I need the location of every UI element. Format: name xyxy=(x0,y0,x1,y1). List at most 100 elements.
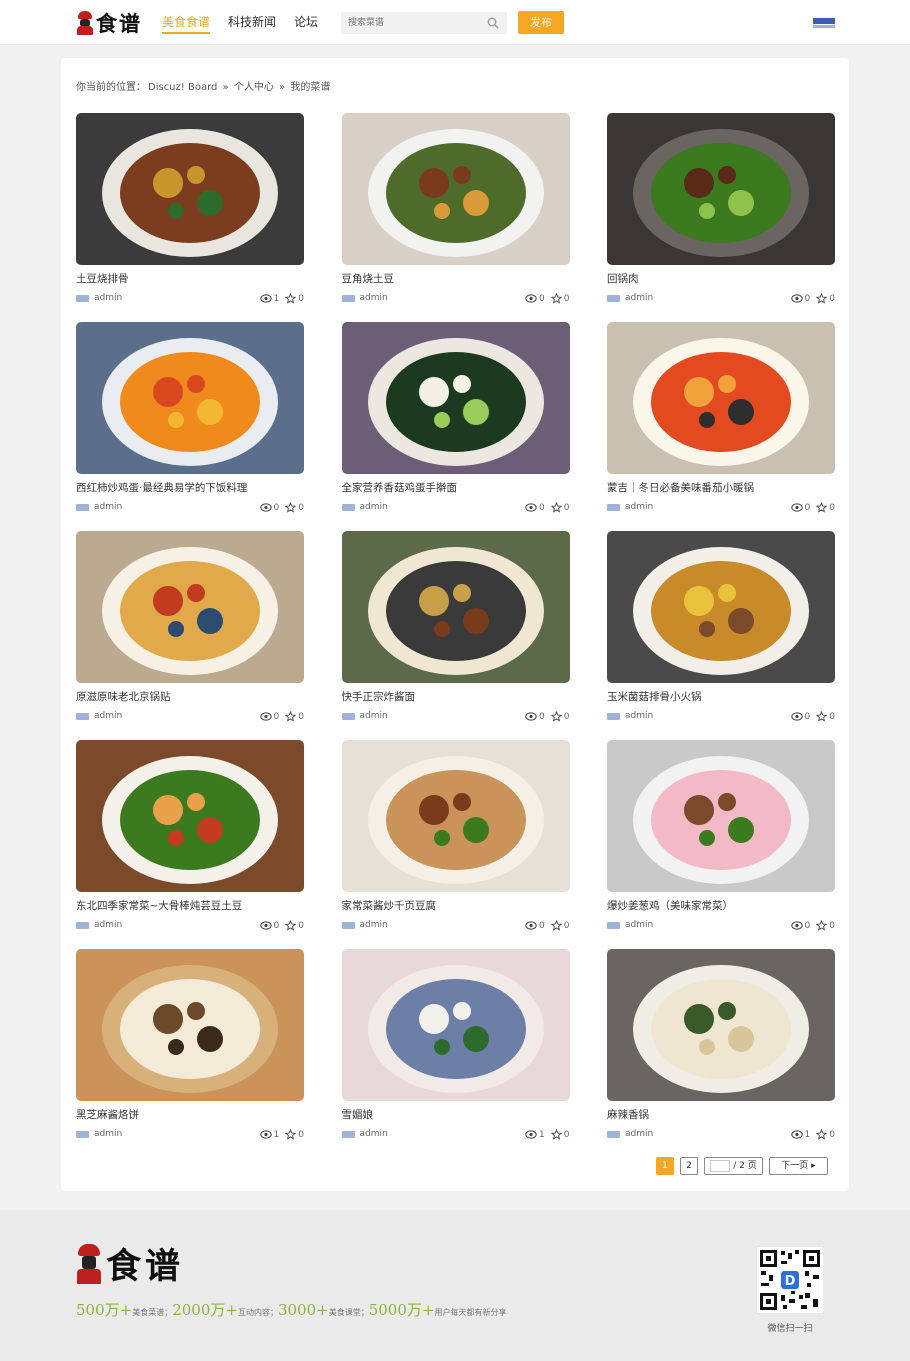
recipe-author[interactable]: admin xyxy=(341,920,388,930)
like-count: 0 xyxy=(298,920,304,931)
recipe-author[interactable]: admin xyxy=(76,293,122,303)
star-icon[interactable] xyxy=(816,920,828,931)
recipe-author[interactable]: admin xyxy=(607,920,653,930)
search-input[interactable] xyxy=(341,12,477,34)
nav-item-tech-news[interactable]: 科技新闻 xyxy=(228,0,276,45)
recipe-photo[interactable] xyxy=(76,740,304,892)
recipe-title[interactable]: 蒙吉｜冬日必备美味番茄小暖锅 xyxy=(607,480,754,495)
page-jump-input[interactable] xyxy=(710,1160,731,1172)
recipe-photo[interactable] xyxy=(341,322,570,474)
recipe-card[interactable]: 快手正宗炸酱面 admin 0 0 xyxy=(341,531,570,731)
recipe-card[interactable]: 麻辣香锅 admin 1 0 xyxy=(607,949,835,1149)
recipe-title[interactable]: 雪媚娘 xyxy=(342,1107,374,1122)
eye-icon xyxy=(525,921,537,930)
recipe-photo[interactable] xyxy=(76,322,304,474)
author-avatar xyxy=(607,712,620,720)
recipe-title[interactable]: 回锅肉 xyxy=(607,271,639,286)
recipe-photo[interactable] xyxy=(76,531,304,683)
site-logo[interactable]: 食谱 xyxy=(76,10,142,36)
recipe-author[interactable]: admin xyxy=(607,293,653,303)
recipe-card[interactable]: 玉米菌菇排骨小火锅 admin 0 0 xyxy=(607,531,835,731)
recipe-card[interactable]: 爆炒姜葱鸡（美味家常菜） admin 0 0 xyxy=(607,740,835,940)
recipe-photo[interactable] xyxy=(341,113,570,265)
recipe-title[interactable]: 麻辣香锅 xyxy=(607,1107,649,1122)
recipe-title[interactable]: 家常菜酱炒千页豆腐 xyxy=(342,898,437,913)
recipe-photo[interactable] xyxy=(341,740,570,892)
recipe-author[interactable]: admin xyxy=(341,1129,388,1139)
page-2-link[interactable]: 2 xyxy=(680,1157,698,1175)
recipe-card[interactable]: 豆角烧土豆 admin 0 0 xyxy=(341,113,570,313)
recipe-author[interactable]: admin xyxy=(76,502,122,512)
star-icon[interactable] xyxy=(550,293,562,304)
breadcrumb-link-home[interactable]: Discuz! Board xyxy=(148,82,217,93)
recipe-photo[interactable] xyxy=(607,113,835,265)
recipe-title[interactable]: 爆炒姜葱鸡（美味家常菜） xyxy=(607,898,733,913)
recipe-author[interactable]: admin xyxy=(341,502,388,512)
publish-button[interactable]: 发布 xyxy=(518,11,564,34)
recipe-photo[interactable] xyxy=(607,322,835,474)
recipe-card[interactable]: 东北四季家常菜~大骨棒炖芸豆土豆 admin 0 0 xyxy=(76,740,304,940)
recipe-author[interactable]: admin xyxy=(341,711,388,721)
recipe-card[interactable]: 全家营养香菇鸡蛋手擀面 admin 0 0 xyxy=(341,322,570,522)
breadcrumb-current: 我的菜谱 xyxy=(290,82,331,93)
next-page-button[interactable]: 下一页 ▸ xyxy=(769,1157,828,1175)
recipe-photo[interactable] xyxy=(341,531,570,683)
page-current[interactable]: 1 xyxy=(656,1157,674,1175)
recipe-card[interactable]: 家常菜酱炒千页豆腐 admin 0 0 xyxy=(341,740,570,940)
star-icon[interactable] xyxy=(816,711,828,722)
recipe-photo[interactable] xyxy=(607,740,835,892)
star-icon[interactable] xyxy=(285,920,297,931)
recipe-card[interactable]: 西红柿炒鸡蛋·最经典易学的下饭料理 admin 0 0 xyxy=(76,322,304,522)
recipe-author[interactable]: admin xyxy=(341,293,388,303)
recipe-title[interactable]: 全家营养香菇鸡蛋手擀面 xyxy=(342,480,458,495)
recipe-author[interactable]: admin xyxy=(607,502,653,512)
recipe-title[interactable]: 豆角烧土豆 xyxy=(342,271,395,286)
recipe-card[interactable]: 原滋原味老北京锅贴 admin 0 0 xyxy=(76,531,304,731)
recipe-author[interactable]: admin xyxy=(76,920,122,930)
recipe-photo[interactable] xyxy=(76,949,304,1101)
star-icon[interactable] xyxy=(550,920,562,931)
recipe-card[interactable]: 回锅肉 admin 0 0 xyxy=(607,113,835,313)
star-icon[interactable] xyxy=(285,1129,297,1140)
nav-item-forum[interactable]: 论坛 xyxy=(294,0,318,45)
recipe-title[interactable]: 土豆烧排骨 xyxy=(76,271,129,286)
search-button[interactable] xyxy=(479,12,507,34)
recipe-photo[interactable] xyxy=(607,531,835,683)
recipe-author[interactable]: admin xyxy=(607,1129,653,1139)
star-icon[interactable] xyxy=(550,711,562,722)
recipe-card[interactable]: 蒙吉｜冬日必备美味番茄小暖锅 admin 0 0 xyxy=(607,322,835,522)
recipe-photo[interactable] xyxy=(76,113,304,265)
like-count: 0 xyxy=(298,711,304,722)
recipe-card[interactable]: 黑芝麻酱烙饼 admin 1 0 xyxy=(76,949,304,1149)
recipe-title[interactable]: 西红柿炒鸡蛋·最经典易学的下饭料理 xyxy=(76,480,247,495)
view-count: 0 xyxy=(539,293,545,304)
star-icon[interactable] xyxy=(550,502,562,513)
like-count: 0 xyxy=(829,920,835,931)
recipe-title[interactable]: 黑芝麻酱烙饼 xyxy=(76,1107,139,1122)
author-avatar xyxy=(607,294,620,302)
star-icon[interactable] xyxy=(816,293,828,304)
recipe-title[interactable]: 东北四季家常菜~大骨棒炖芸豆土豆 xyxy=(76,898,242,913)
star-icon[interactable] xyxy=(285,711,297,722)
recipe-photo[interactable] xyxy=(341,949,570,1101)
breadcrumb-link-user-center[interactable]: 个人中心 xyxy=(234,82,274,93)
star-icon[interactable] xyxy=(816,502,828,513)
recipe-title[interactable]: 玉米菌菇排骨小火锅 xyxy=(607,689,702,704)
recipe-title[interactable]: 原滋原味老北京锅贴 xyxy=(76,689,171,704)
author-name: admin xyxy=(359,920,388,930)
nav-item-recipes[interactable]: 美食食谱 xyxy=(162,0,211,45)
recipe-title[interactable]: 快手正宗炸酱面 xyxy=(342,689,416,704)
recipe-author[interactable]: admin xyxy=(76,711,122,721)
recipe-author[interactable]: admin xyxy=(76,1129,122,1139)
recipe-card[interactable]: 土豆烧排骨 admin 1 0 xyxy=(76,113,304,313)
recipe-author[interactable]: admin xyxy=(607,711,653,721)
recipe-card[interactable]: 雪媚娘 admin 1 0 xyxy=(341,949,570,1149)
star-icon[interactable] xyxy=(285,293,297,304)
star-icon[interactable] xyxy=(550,1129,562,1140)
recipe-photo[interactable] xyxy=(607,949,835,1101)
star-icon[interactable] xyxy=(285,502,297,513)
user-avatar[interactable] xyxy=(813,16,835,30)
eye-icon xyxy=(790,294,803,303)
stat-number: 3000+ xyxy=(277,1301,329,1319)
star-icon[interactable] xyxy=(816,1129,828,1140)
